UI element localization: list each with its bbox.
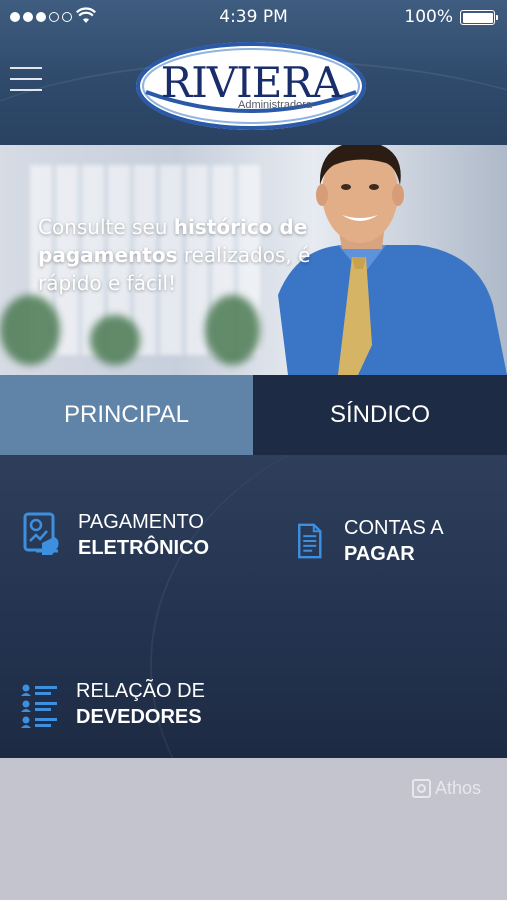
contas-line2: PAGAR — [344, 543, 415, 565]
plant-decoration — [0, 295, 60, 365]
relacao-line1: RELAÇÃO DE — [76, 680, 205, 702]
tab-bar: PRINCIPAL SÍNDICO — [0, 375, 507, 455]
debtors-list-icon — [21, 684, 57, 728]
footer-area: Athos — [0, 758, 507, 900]
document-icon — [298, 523, 322, 559]
logo-title: RIVIERA — [160, 58, 343, 107]
relacao-line2: DEVEDORES — [76, 706, 202, 728]
athos-brand-text: Athos — [434, 778, 481, 798]
pagamento-line2: ELETRÔNICO — [78, 537, 210, 559]
hamburger-line — [10, 89, 42, 91]
payment-device-icon — [23, 512, 59, 555]
main-menu-panel: PAGAMENTO ELETRÔNICO CONTAS A PAGAR RELA… — [0, 455, 507, 758]
menu-item-pagamento-eletronico[interactable]: PAGAMENTO ELETRÔNICO — [22, 509, 209, 561]
hero-text-part1: Consulte seu — [38, 215, 174, 239]
athos-brand: Athos — [411, 778, 481, 799]
tab-sindico[interactable]: SÍNDICO — [253, 375, 507, 455]
status-bar: 4:39 PM 100% — [0, 0, 507, 34]
menu-item-relacao-de-devedores[interactable]: RELAÇÃO DE DEVEDORES — [20, 678, 205, 730]
hamburger-menu-button[interactable] — [10, 67, 42, 93]
hamburger-line — [10, 78, 42, 80]
battery-percent: 100% — [404, 7, 453, 27]
battery-icon — [460, 10, 498, 25]
hero-tagline: Consulte seu histórico de pagamentos rea… — [38, 213, 338, 297]
plant-decoration — [90, 315, 140, 365]
hamburger-line — [10, 67, 42, 69]
pagamento-line1: PAGAMENTO — [78, 511, 204, 533]
tab-principal[interactable]: PRINCIPAL — [0, 375, 253, 455]
menu-item-contas-a-pagar[interactable]: CONTAS A PAGAR — [296, 515, 444, 567]
plant-decoration — [205, 295, 260, 365]
hero-banner: Consulte seu histórico de pagamentos rea… — [0, 145, 507, 375]
riviera-logo: RIVIERA Administradora — [134, 40, 368, 132]
logo-subtitle: Administradora — [238, 99, 312, 111]
athos-logo-icon — [411, 779, 431, 798]
contas-line1: CONTAS A — [344, 517, 444, 539]
logo-ellipse-emblem — [136, 42, 366, 130]
app-header: 4:39 PM 100% RIVIERA Administradora — [0, 0, 507, 145]
